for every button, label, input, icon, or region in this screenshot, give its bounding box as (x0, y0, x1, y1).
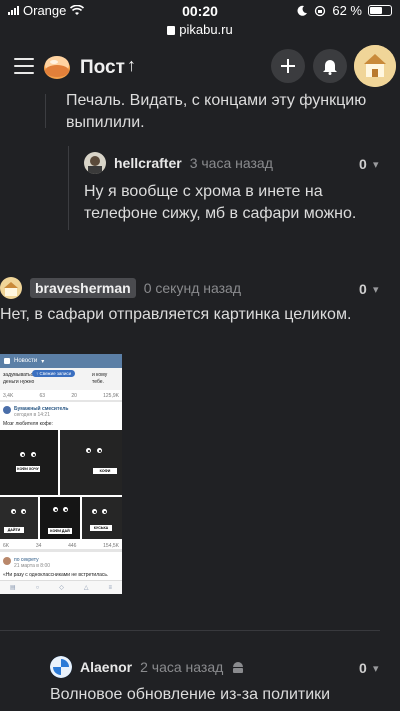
cat-image: КОФИ (60, 430, 122, 495)
search-icon: ○ (35, 584, 40, 591)
embedded-stats: 6K 34 446 154,5K (0, 540, 122, 552)
stat: 20 (71, 393, 77, 399)
bell-icon: △ (83, 585, 89, 591)
comment-text: Волновое обновление из-за политики (50, 686, 331, 703)
android-icon (233, 662, 244, 673)
url-bar[interactable]: pikabu.ru (0, 22, 400, 37)
cat-sign: КОФИ ДАЙ (48, 528, 72, 534)
rotation-lock-icon (315, 5, 326, 16)
thread-line (45, 94, 46, 128)
stat: 63 (39, 393, 46, 399)
snippet-line: и кому (92, 372, 108, 378)
comment-username[interactable]: Alaenor (80, 659, 132, 675)
comment-score: 0 (359, 281, 367, 297)
bravesherman-avatar-image (0, 277, 22, 299)
snippet-line: тебе. (92, 379, 104, 385)
comment-text: Нет, в сафари отправляется картинка цели… (0, 306, 352, 323)
app-header: Пост ↑ (0, 38, 400, 94)
snippet-line: деньги нужно (3, 379, 35, 385)
stat: 6K (3, 543, 10, 549)
comment-score: 0 (359, 660, 367, 676)
avatar[interactable] (0, 277, 22, 299)
expand-icon[interactable]: ▾ (373, 662, 379, 675)
add-post-button[interactable] (271, 49, 305, 83)
comment-header: hellcrafter 3 часа назад (84, 152, 273, 174)
divider (0, 630, 380, 631)
embedded-topbar: Новости ▾ (0, 354, 122, 368)
cat-sign: КУСЬКА (90, 525, 112, 531)
post-text: Мозг любителя кофе: (3, 421, 53, 427)
plus-icon (281, 59, 295, 73)
group-avatar (3, 406, 11, 414)
comment-time[interactable]: 0 секунд назад (144, 280, 241, 296)
comment-text: Ну я вообще с хрома в инете на телефоне … (84, 183, 357, 222)
vk-icon (4, 358, 10, 364)
embedded-stats: 3,4K 63 20 125,9K (0, 390, 122, 402)
comment-image[interactable]: Новости ▾ задумываться о деньги нужно и … (0, 354, 122, 594)
moon-icon (297, 5, 308, 16)
chat-icon: ◇ (59, 585, 64, 591)
embedded-tabbar: ▤ ○ ◇ △ ≡ (0, 580, 122, 594)
cat-sign: КОФИ (93, 468, 117, 474)
cat-image: КОФИ ДАЙ (40, 497, 80, 539)
page-title: Пост (80, 57, 125, 78)
fresh-posts-pill: ↑ Свежие записи (32, 370, 76, 377)
comment-text: Печаль. Видать, с концами эту функцию вы… (66, 92, 367, 131)
hellcrafter-avatar-image (84, 152, 106, 174)
comment-time[interactable]: 3 часа назад (190, 155, 273, 171)
post2-time: 21 марта в 8:00 (14, 563, 51, 569)
pikabu-logo[interactable] (42, 51, 72, 81)
expand-icon[interactable]: ▾ (373, 158, 379, 171)
stat: 154,5K (103, 543, 119, 549)
notifications-button[interactable] (313, 49, 347, 83)
battery-percent: 62 % (332, 3, 362, 18)
cat-image: КОФИ ХОЧУ (0, 430, 58, 495)
stat: 34 (35, 543, 42, 549)
post2-avatar (3, 557, 11, 565)
user-avatar[interactable] (354, 45, 396, 87)
alaenor-avatar-image (50, 656, 72, 678)
scroll-up-icon[interactable]: ↑ (127, 55, 136, 76)
cat-sign: КОФИ ХОЧУ (16, 466, 40, 472)
comment-username[interactable]: hellcrafter (114, 155, 182, 171)
battery-fill (370, 7, 383, 14)
comment-header: Alaenor 2 часа назад (50, 656, 245, 678)
cat-image: ДАЙТИ (0, 497, 38, 539)
news-icon: ▤ (9, 585, 16, 591)
stat: 125,9K (103, 393, 119, 399)
avatar[interactable] (50, 656, 72, 678)
comment-header: bravesherman 0 секунд назад (0, 277, 241, 299)
menu-icon[interactable] (14, 58, 34, 74)
chevron-down-icon: ▾ (41, 358, 45, 365)
status-bar: Orange 00:20 62 % (0, 0, 400, 22)
expand-icon[interactable]: ▾ (373, 283, 379, 296)
menu-icon: ≡ (108, 584, 112, 591)
thread-line (68, 146, 69, 230)
embedded-snippet: задумываться о деньги нужно и кому тебе.… (0, 368, 122, 390)
stat: 446 (68, 543, 77, 549)
group-time: сегодня в 14:21 (14, 412, 50, 418)
post2-text: «Ни разу с одноклассниками не встретилас… (3, 572, 109, 578)
lock-icon (167, 26, 176, 35)
comment-time[interactable]: 2 часа назад (140, 659, 223, 675)
battery-icon (368, 5, 392, 16)
avatar[interactable] (84, 152, 106, 174)
cat-sign: ДАЙТИ (4, 527, 24, 533)
cat-image: КУСЬКА (82, 497, 122, 539)
status-right: 62 % (297, 3, 392, 18)
comment-username[interactable]: bravesherman (30, 278, 136, 298)
comment-score: 0 (359, 156, 367, 172)
pill-label: Свежие записи (39, 371, 72, 376)
avatar-image (354, 45, 396, 87)
stat: 3,4K (3, 393, 14, 399)
url-text: pikabu.ru (179, 22, 233, 37)
embedded-header-title: Новости (14, 358, 38, 364)
bell-icon (323, 60, 337, 75)
